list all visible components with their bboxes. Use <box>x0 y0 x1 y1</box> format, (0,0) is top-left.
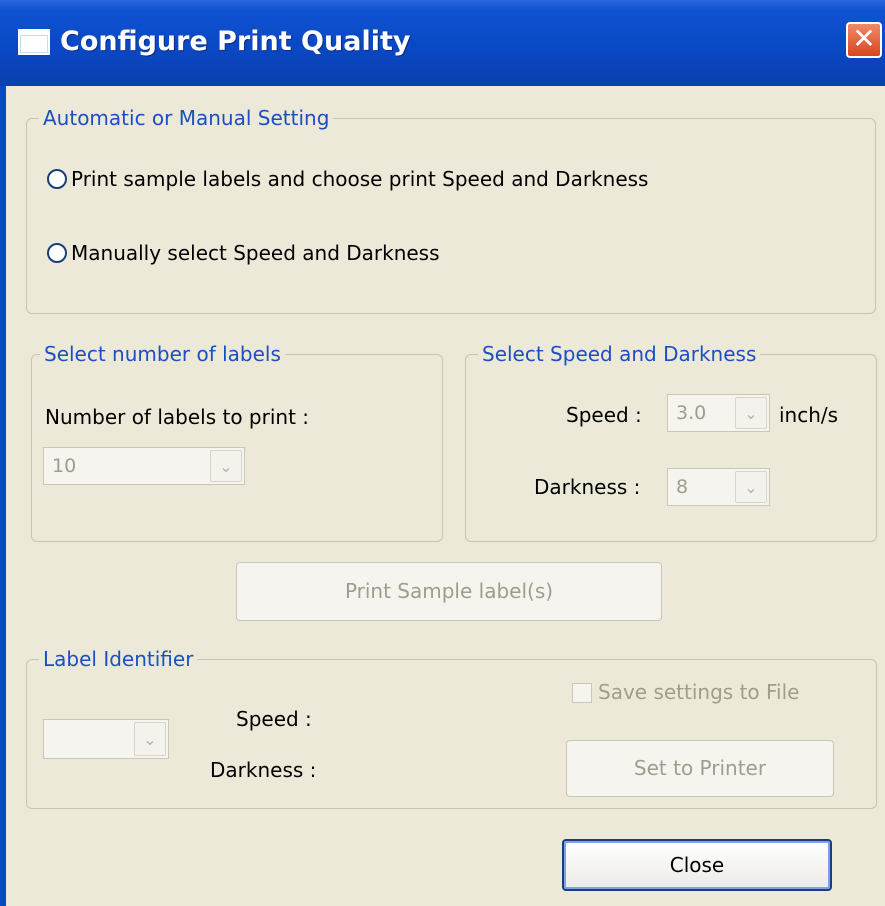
speed-value: 3.0 <box>676 402 707 424</box>
window-frame <box>0 86 6 906</box>
identifier-darkness-label: Darkness : <box>210 758 317 782</box>
darkness-dropdown[interactable]: 8 ⌄ <box>667 468 770 506</box>
mode-group-legend: Automatic or Manual Setting <box>39 101 334 135</box>
speed-dropdown[interactable]: 3.0 ⌄ <box>667 394 770 432</box>
darkness-value: 8 <box>676 476 689 498</box>
labels-count-dropdown[interactable]: 10 ⌄ <box>43 447 245 485</box>
auto-mode-radio[interactable] <box>47 169 67 189</box>
chevron-down-icon[interactable]: ⌄ <box>735 397 767 429</box>
window-icon <box>18 29 50 55</box>
close-window-icon[interactable]: ✕ <box>846 22 882 58</box>
manual-mode-label[interactable]: Manually select Speed and Darkness <box>71 240 440 266</box>
window-title: Configure Print Quality <box>60 26 411 57</box>
print-sample-button[interactable]: Print Sample label(s) <box>236 562 662 621</box>
chevron-down-icon[interactable]: ⌄ <box>735 471 767 503</box>
set-to-printer-button[interactable]: Set to Printer <box>566 740 834 797</box>
manual-mode-radio[interactable] <box>47 243 67 263</box>
save-settings-checkbox[interactable] <box>572 683 592 703</box>
speed-label: Speed : <box>566 403 642 427</box>
labels-count-label: Number of labels to print : <box>45 405 310 429</box>
identifier-group-legend: Label Identifier <box>39 642 198 676</box>
close-button[interactable]: Close <box>562 839 832 891</box>
labels-count-value: 10 <box>52 455 77 477</box>
speed-darkness-group-legend: Select Speed and Darkness <box>478 337 761 371</box>
speed-darkness-group: Select Speed and Darkness <box>465 337 877 542</box>
speed-unit-label: inch/s <box>779 403 839 427</box>
darkness-label: Darkness : <box>534 475 641 499</box>
labels-group-legend: Select number of labels <box>40 337 285 371</box>
chevron-down-icon[interactable]: ⌄ <box>134 722 166 756</box>
identifier-dropdown[interactable]: ⌄ <box>43 719 169 759</box>
identifier-speed-label: Speed : <box>236 707 312 731</box>
auto-mode-label[interactable]: Print sample labels and choose print Spe… <box>71 166 648 192</box>
save-settings-label[interactable]: Save settings to File <box>598 679 799 705</box>
mode-group: Automatic or Manual Setting <box>26 101 876 314</box>
chevron-down-icon[interactable]: ⌄ <box>210 450 242 482</box>
